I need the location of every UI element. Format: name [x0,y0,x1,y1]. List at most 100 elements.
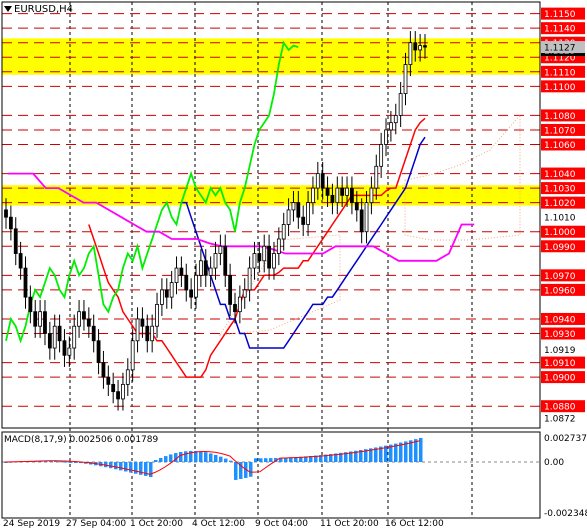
candle-body [325,187,330,196]
chart-title: EURUSD,H4 [4,4,73,15]
price-tick-label: 1.0900 [544,374,576,384]
candle-body [335,187,340,204]
macd-histogram-bar [69,461,73,463]
candle-body [18,253,23,269]
price-tick-label: 1.0910 [544,359,576,369]
price-tick-label: 1.0880 [544,403,576,413]
candle-body [13,228,18,254]
macd-histogram-bar [179,451,183,462]
macd-axis-label: 0.00 [544,458,564,468]
candle-body [135,318,140,342]
candle-body [82,311,86,320]
macd-histogram-bar [184,451,188,462]
price-tick-label: 1.0919 [544,346,576,356]
price-tick-label: 1.1140 [544,25,576,35]
chevron-down-icon[interactable] [4,6,12,12]
price-tick-label: 1.1060 [544,141,576,151]
candle-body [179,267,184,276]
macd-title: MACD(8,17,9) 0.002506 0.001789 [4,435,159,445]
candle-body [208,267,213,276]
candle-body [169,282,174,298]
candle-body [252,253,257,269]
candle-body [345,187,349,196]
candle-body [247,267,252,291]
candle-body [369,187,374,204]
candle-body [398,93,403,116]
time-axis-label: 24 Sep 2019 [3,519,60,529]
candle-body [145,325,150,342]
candle-body [116,391,120,400]
candle-body [228,274,233,305]
macd-histogram-bar [414,439,418,462]
candle-body [52,325,57,349]
candle-body [121,383,125,400]
price-tick-label: 1.0970 [544,272,576,282]
candle-body [96,340,101,363]
candle-body [350,187,354,204]
time-axis-label: 11 Oct 20:00 [320,519,379,529]
macd-histogram-bar [164,456,168,462]
price-tick-label: 1.1100 [544,83,576,93]
macd-axis-label: 0.002737 [544,434,587,444]
highlight-zone [2,38,540,75]
candle-body [155,304,159,327]
candle-body [218,245,223,254]
candlesticks [4,31,427,411]
candle-body [315,173,320,189]
candle-body [150,325,155,342]
macd-histogram-bar [149,462,153,478]
highlight-zones [2,38,540,206]
candle-body [174,267,179,284]
price-tick-label: 1.0940 [544,315,576,325]
candle-body [223,245,228,276]
candle-body [194,274,198,298]
candle-body [184,274,189,291]
candle-body [233,304,237,313]
candle-body [86,318,91,327]
price-tick-label: 1.0960 [544,286,576,296]
macd-histogram-bar [199,451,203,462]
macd-histogram-bar [419,437,423,462]
price-tick-label: 1.1010 [544,214,576,224]
macd-histogram-bar [124,462,128,472]
candle-body [364,202,369,233]
candle-body [38,311,43,327]
candle-body [306,202,310,225]
candle-body [72,325,77,349]
candle-body [320,173,325,189]
candle-body [43,311,47,334]
macd-histogram-bar [129,462,133,473]
macd-histogram-bar [159,457,163,462]
candle-body [408,42,413,65]
candle-body [198,260,203,276]
macd-histogram-bar [214,454,218,462]
macd-histogram-bar [224,458,228,462]
candle-body [374,165,379,189]
price-tick-label: 1.1040 [544,170,576,180]
symbol-label: EURUSD,H4 [14,4,74,15]
macd-histogram-bar [264,458,268,462]
candle-body [242,289,247,298]
macd-histogram-bar [204,452,208,462]
time-axis-label: 4 Oct 12:00 [192,519,245,529]
candle-body [160,289,164,305]
candle-body [140,318,145,327]
candle-body [272,253,276,269]
candle-body [418,45,423,51]
candle-body [57,325,62,342]
candle-body [281,224,286,240]
macd-histogram-bar [169,454,173,462]
macd-histogram-bar [109,462,113,469]
candle-body [189,289,194,298]
candle-body [77,311,81,327]
macd-histogram-bar [234,462,238,480]
macd-histogram-bar [269,458,273,462]
candle-body [413,42,418,51]
price-chart[interactable]: 0.0027370.00-0.002348 1.11501.11401.1130… [0,0,587,532]
candle-body [4,209,8,218]
candle-body [330,194,335,204]
candle-body [267,245,271,269]
price-tick-label: 1.1000 [544,228,576,238]
candle-body [393,115,398,124]
macd-histogram-bar [134,462,138,474]
